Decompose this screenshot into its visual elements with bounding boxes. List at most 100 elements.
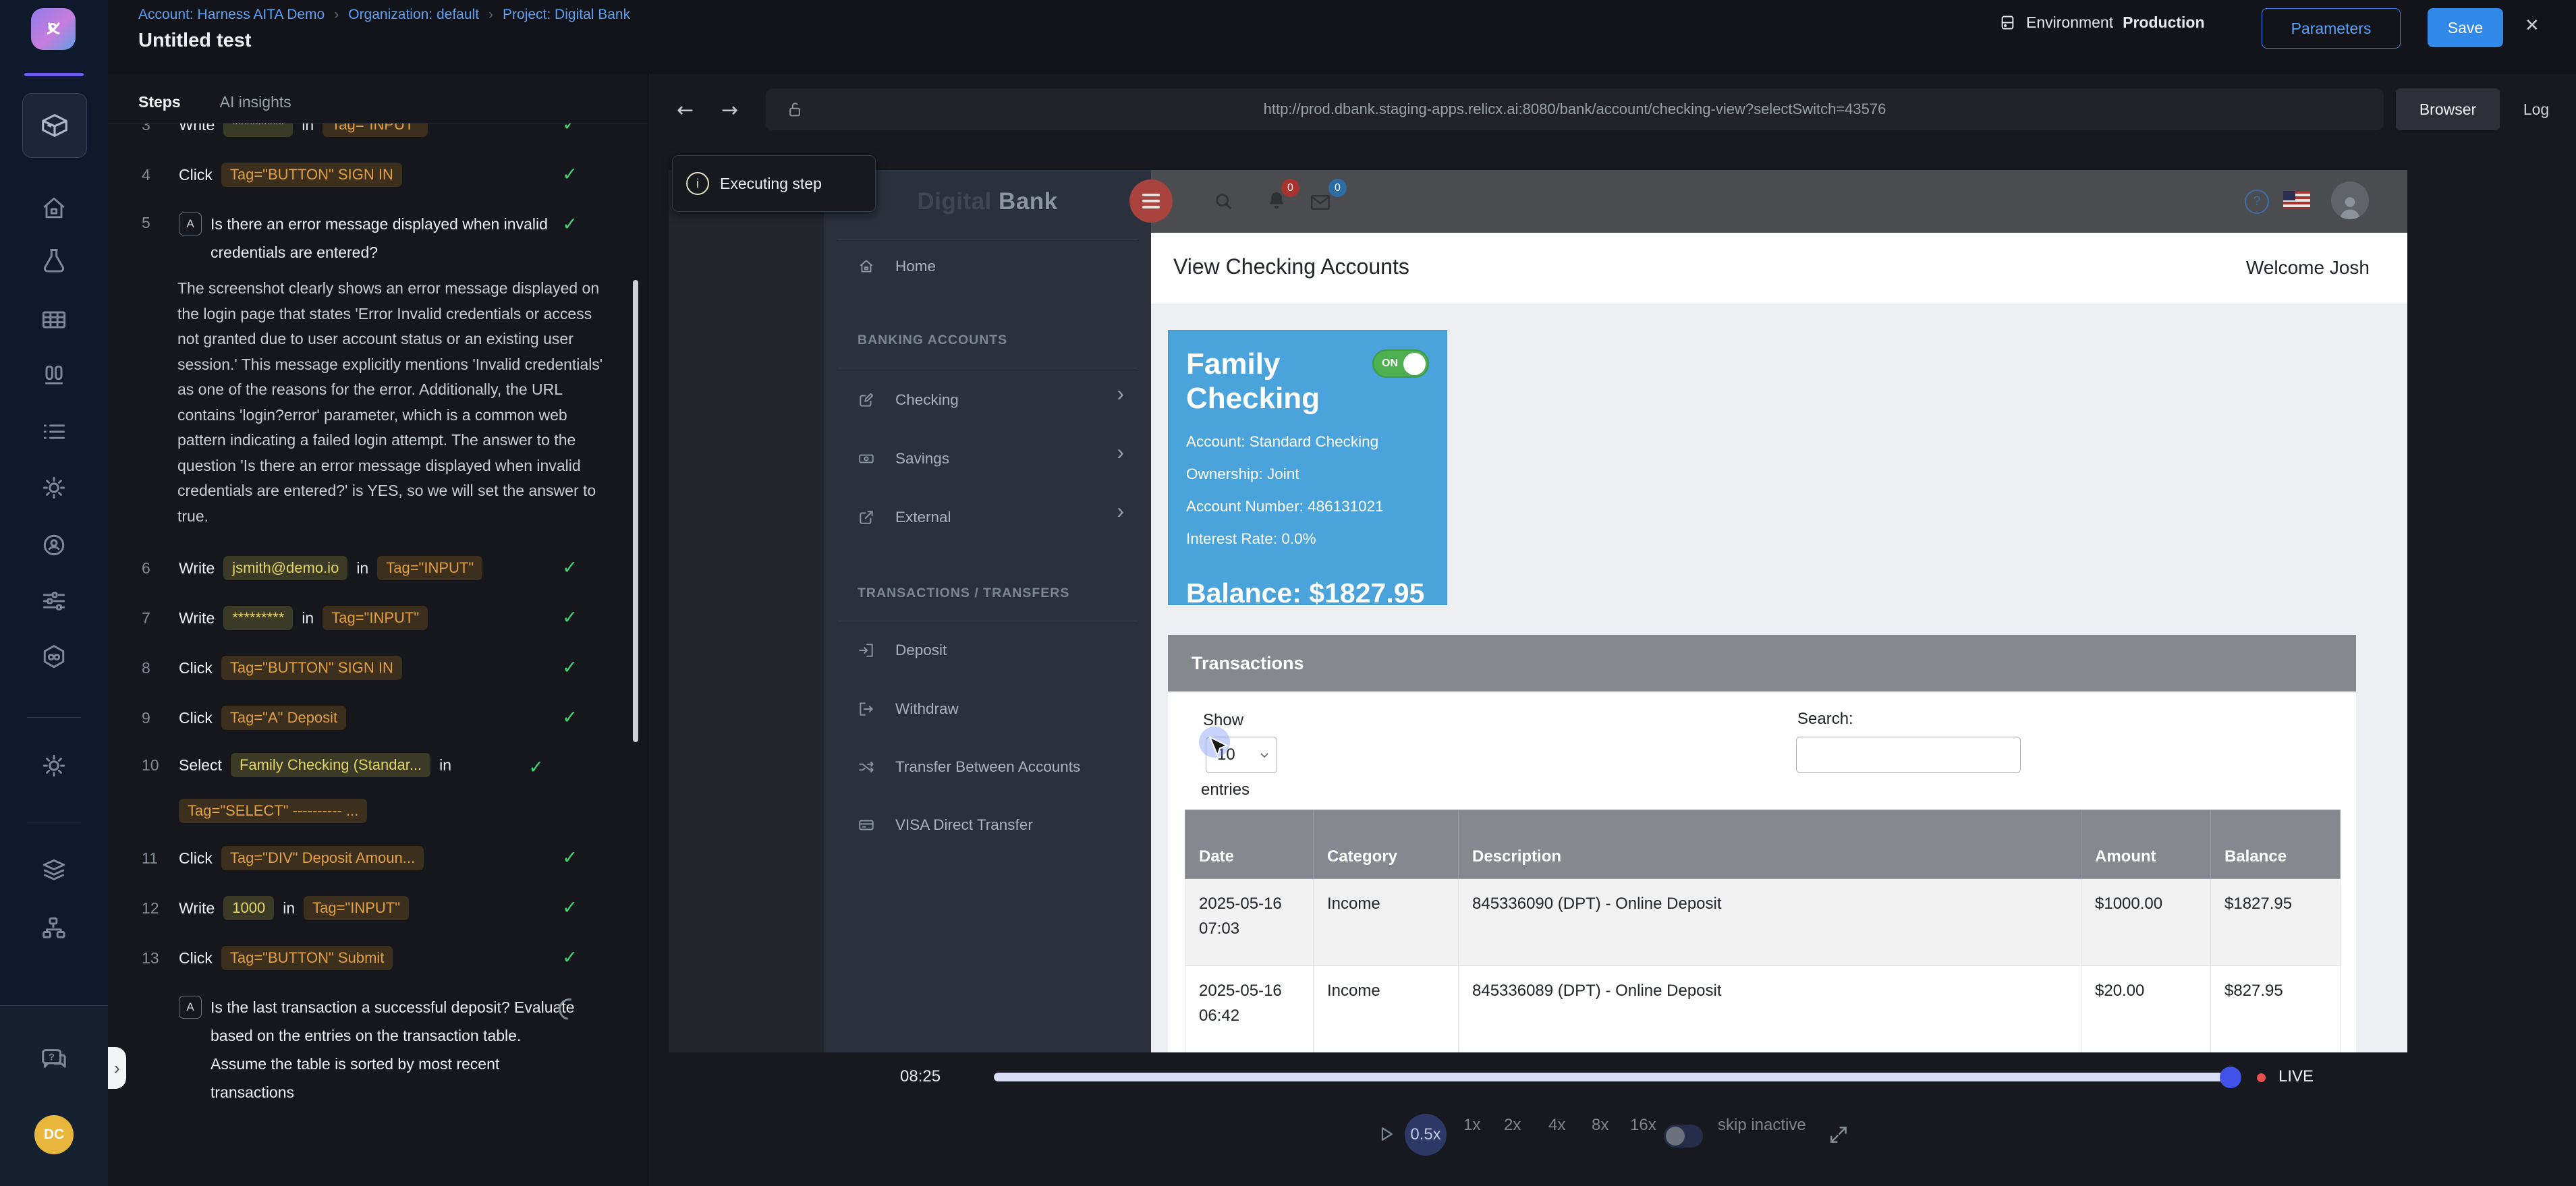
speed-2x-button[interactable]: 2x: [1504, 1116, 1521, 1135]
speed-8x-button[interactable]: 8x: [1592, 1116, 1608, 1135]
step-target-chip[interactable]: Tag="INPUT": [323, 606, 428, 630]
column-date[interactable]: Date: [1185, 810, 1314, 879]
help-icon[interactable]: ?: [2245, 190, 2269, 214]
step-row-5[interactable]: 5 A Is there an error message displayed …: [108, 210, 648, 266]
playback-progress-bar[interactable]: [994, 1073, 2227, 1081]
speed-4x-button[interactable]: 4x: [1548, 1116, 1565, 1135]
step-row-10[interactable]: 10 Select Family Checking (Standar... in…: [108, 753, 614, 823]
steps-list[interactable]: 3 Write ********* in Tag="INPUT" ✓ 4 Cli…: [108, 123, 648, 1186]
step-row-9[interactable]: 9 Click Tag="A" Deposit ✓: [108, 703, 648, 733]
sidebar-toggle-button[interactable]: [1129, 179, 1173, 223]
speed-16x-button[interactable]: 16x: [1630, 1116, 1656, 1135]
skip-inactive-toggle[interactable]: [1664, 1125, 1703, 1148]
step-target-chip[interactable]: Tag="DIV" Deposit Amoun...: [221, 846, 424, 870]
transactions-search-input[interactable]: [1796, 737, 2021, 773]
rail-item-chaos[interactable]: [24, 637, 84, 677]
rail-item-environments[interactable]: [24, 850, 84, 891]
user-avatar[interactable]: DC: [34, 1115, 74, 1154]
step-row-8[interactable]: 8 Click Tag="BUTTON" SIGN IN ✓: [108, 653, 648, 683]
play-button[interactable]: [1376, 1124, 1396, 1144]
list-icon: [39, 417, 69, 447]
close-icon[interactable]: ✕: [2525, 15, 2540, 36]
step-target-chip[interactable]: Tag="BUTTON" SIGN IN: [221, 656, 402, 680]
step-target-chip[interactable]: Tag="BUTTON" Submit: [221, 946, 393, 970]
rail-item-settings[interactable]: [24, 468, 84, 508]
speed-0-5x-button[interactable]: 0.5x: [1405, 1114, 1447, 1156]
step-target-chip[interactable]: Tag="INPUT": [323, 123, 428, 137]
playback-scrubber-knob[interactable]: [2220, 1067, 2241, 1088]
table-row[interactable]: 2025-05-1607:03 Income 845336090 (DPT) -…: [1185, 879, 2341, 966]
tab-steps[interactable]: Steps: [138, 93, 181, 111]
step-row-12[interactable]: 12 Write 1000 in Tag="INPUT" ✓: [108, 893, 648, 923]
step-row-4[interactable]: 4 Click Tag="BUTTON" SIGN IN ✓: [108, 160, 648, 190]
speed-1x-button[interactable]: 1x: [1463, 1116, 1480, 1135]
step-row-7[interactable]: 7 Write ********* in Tag="INPUT" ✓: [108, 603, 648, 633]
bank-user-avatar[interactable]: [2331, 181, 2369, 219]
rail-item-list[interactable]: [24, 412, 84, 452]
messages-icon[interactable]: [1308, 190, 1333, 215]
save-button[interactable]: Save: [2428, 8, 2503, 47]
rail-item-org-structure[interactable]: [24, 908, 84, 949]
column-balance[interactable]: Balance: [2211, 810, 2341, 879]
step-target-chip[interactable]: Tag="SELECT" ---------- ...: [179, 799, 367, 823]
sidebar-item-visa-direct-transfer[interactable]: VISA Direct Transfer: [824, 805, 1151, 845]
breadcrumb-project[interactable]: Project: Digital Bank: [503, 7, 630, 23]
panel-collapse-handle[interactable]: ›: [108, 1047, 126, 1089]
rail-item-grid[interactable]: [24, 300, 84, 340]
sidebar-item-external[interactable]: External ›: [824, 497, 1151, 538]
environment-value[interactable]: Production: [2123, 13, 2204, 32]
person-icon: [2335, 192, 2365, 219]
tab-ai-insights[interactable]: AI insights: [220, 93, 291, 111]
executing-step-toast: i Executing step: [672, 155, 876, 212]
step-target-chip[interactable]: Tag="INPUT": [304, 896, 409, 920]
step-target-chip[interactable]: Tag="A" Deposit: [221, 706, 346, 730]
rail-item-account-settings[interactable]: [24, 745, 84, 786]
step-row-3[interactable]: 3 Write ********* in Tag="INPUT" ✓: [108, 123, 648, 140]
step-row-6[interactable]: 6 Write jsmith@demo.io in Tag="INPUT" ✓: [108, 553, 648, 583]
rail-item-help-chat[interactable]: ?: [24, 1040, 84, 1080]
column-description[interactable]: Description: [1459, 810, 2081, 879]
sidebar-item-withdraw[interactable]: Withdraw: [824, 689, 1151, 729]
tab-browser[interactable]: Browser: [2396, 88, 2500, 130]
step-value-chip[interactable]: Family Checking (Standar...: [231, 753, 430, 777]
browser-forward-icon[interactable]: →: [721, 98, 738, 122]
step-row-13[interactable]: 13 Click Tag="BUTTON" Submit ✓: [108, 943, 648, 973]
column-category[interactable]: Category: [1314, 810, 1459, 879]
step-target-chip[interactable]: Tag="BUTTON" SIGN IN: [221, 163, 402, 187]
column-amount[interactable]: Amount: [2081, 810, 2211, 879]
sidebar-item-savings[interactable]: Savings ›: [824, 439, 1151, 479]
search-icon[interactable]: [1212, 190, 1234, 212]
rail-item-home[interactable]: [24, 188, 84, 229]
step-value-chip[interactable]: 1000: [223, 896, 274, 920]
step-row-assertion-running[interactable]: A Is the last transaction a successful d…: [108, 993, 648, 1106]
toast-message: Executing step: [720, 175, 822, 193]
rail-item-modules-active[interactable]: [22, 93, 87, 158]
account-card-family-checking[interactable]: Family Checking ON Account: Standard Che…: [1168, 330, 1447, 605]
tab-log[interactable]: Log: [2511, 88, 2562, 130]
account-toggle[interactable]: ON: [1372, 349, 1429, 378]
rail-item-compare[interactable]: [24, 356, 84, 397]
browser-back-icon[interactable]: ←: [677, 98, 694, 122]
step-value-chip[interactable]: jsmith@demo.io: [223, 556, 347, 580]
step-row-11[interactable]: 11 Click Tag="DIV" Deposit Amoun... ✓: [108, 843, 648, 873]
breadcrumb-organization[interactable]: Organization: default: [348, 7, 479, 23]
harness-logo[interactable]: [31, 8, 76, 50]
sidebar-item-home[interactable]: Home: [824, 246, 1151, 287]
breadcrumb-account[interactable]: Account: Harness AITA Demo: [138, 7, 325, 23]
table-row[interactable]: 2025-05-1606:42 Income 845336089 (DPT) -…: [1185, 966, 2341, 1053]
sidebar-item-checking[interactable]: Checking ›: [824, 380, 1151, 420]
step-target-chip[interactable]: Tag="INPUT": [377, 556, 482, 580]
url-bar[interactable]: http://prod.dbank.staging-apps.relicx.ai…: [766, 88, 2384, 130]
step-value-chip[interactable]: *********: [223, 123, 293, 137]
rail-item-incognito[interactable]: [24, 525, 84, 565]
rail-item-experiments[interactable]: [24, 241, 84, 281]
rail-item-pipelines[interactable]: [24, 581, 84, 621]
step-value-chip[interactable]: *********: [223, 606, 293, 630]
account-ownership-line: Ownership: Joint: [1186, 465, 1429, 483]
steps-scrollbar[interactable]: [633, 280, 638, 742]
fullscreen-icon[interactable]: [1828, 1124, 1849, 1146]
sidebar-item-deposit[interactable]: Deposit: [824, 630, 1151, 671]
parameters-button[interactable]: Parameters: [2262, 8, 2401, 49]
us-flag-icon[interactable]: [2283, 191, 2310, 209]
sidebar-item-transfer-between-accounts[interactable]: Transfer Between Accounts: [824, 747, 1151, 787]
